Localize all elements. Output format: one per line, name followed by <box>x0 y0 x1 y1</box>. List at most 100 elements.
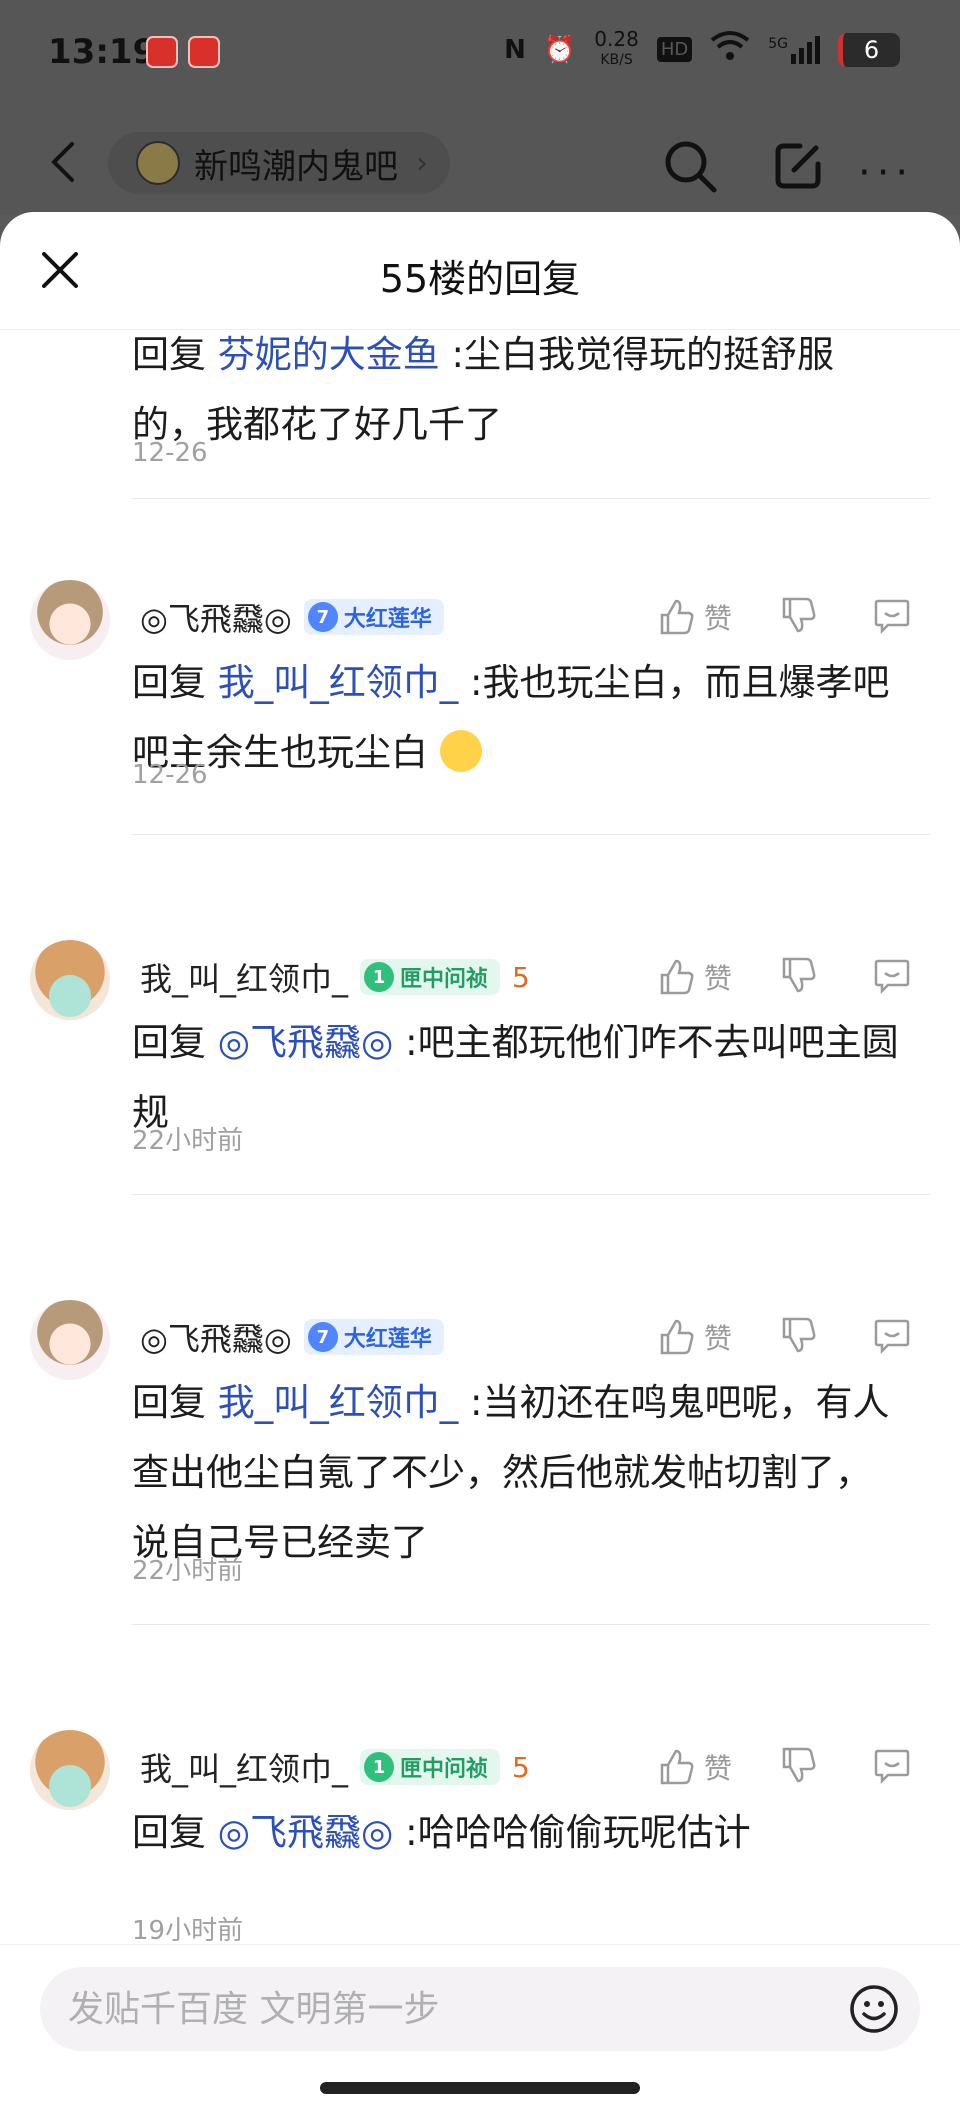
level-badge: 7 大红莲华 <box>303 599 444 635</box>
level-title: 大红莲华 <box>343 607 432 632</box>
back-arrow-icon[interactable] <box>44 140 84 184</box>
dislike-button[interactable] <box>778 1315 822 1359</box>
mention-link[interactable]: 芬妮的大金鱼 <box>218 333 440 376</box>
reply-content: 回复 我_叫_红领巾_ :当初还在鸣鬼吧呢，有人查出他尘白氪了不少，然后他就发帖… <box>132 1381 890 1564</box>
user-info: 我_叫_红领巾_ 1 匣中问祯 5 <box>140 1744 530 1790</box>
username[interactable]: 我_叫_红领巾_ <box>140 1744 348 1790</box>
comment-button[interactable] <box>872 1315 916 1359</box>
level-title: 匣中问祯 <box>400 967 489 992</box>
hd-icon: HD <box>656 37 693 62</box>
mention-link[interactable]: 我_叫_红领巾_ <box>218 661 459 704</box>
game-badge-icon: 5 <box>512 960 530 994</box>
like-button[interactable]: 赞 <box>656 1747 756 1787</box>
edit-icon[interactable] <box>770 138 826 194</box>
sheet-title: 55楼的回复 <box>379 257 581 301</box>
signal-icon: 5G <box>768 35 820 64</box>
avatar[interactable] <box>30 940 110 1020</box>
reply-content: 回复 芬妮的大金鱼 :尘白我觉得玩的挺舒服的，我都花了好几千了 <box>132 333 834 446</box>
search-icon[interactable] <box>662 138 718 194</box>
reply-content: 回复 ◎飞飛飝◎ :吧主都玩他们咋不去叫吧主圆规 <box>132 1021 899 1134</box>
avatar[interactable] <box>30 1730 110 1810</box>
comment-icon <box>874 1749 910 1785</box>
like-label: 赞 <box>704 962 733 995</box>
reply-input-container <box>40 1967 920 2051</box>
divider <box>132 498 930 499</box>
level-badge: 7 大红莲华 <box>303 1319 444 1355</box>
thumbs-up-icon <box>660 1319 694 1355</box>
mention-link[interactable]: ◎飞飛飝◎ <box>218 1811 394 1854</box>
level-badge: 1 匣中问祯 <box>360 1749 501 1785</box>
username[interactable]: ◎飞飛飝◎ <box>140 1314 292 1360</box>
level-badge: 1 匣中问祯 <box>360 959 501 995</box>
like-button[interactable]: 赞 <box>656 597 756 637</box>
status-bar: 13:19 N ⏰ 0.28 KB/S HD 5G 6 <box>0 0 960 110</box>
user-info: ◎飞飛飝◎ 7 大红莲华 <box>140 594 444 640</box>
like-button[interactable]: 赞 <box>656 957 756 997</box>
avatar[interactable] <box>30 1300 110 1380</box>
game-badge-icon: 5 <box>512 1750 530 1784</box>
like-label: 赞 <box>704 1322 733 1355</box>
more-icon[interactable]: ··· <box>858 150 914 196</box>
username[interactable]: ◎飞飛飝◎ <box>140 594 292 640</box>
alarm-icon: ⏰ <box>543 34 577 65</box>
laughing-emoji-icon <box>439 729 482 772</box>
reply-sheet: 55楼的回复 回复 芬妮的大金鱼 :尘白我觉得玩的挺舒服的，我都花了好几千了 1… <box>0 212 960 2112</box>
mention-link[interactable]: ◎飞飛飝◎ <box>218 1021 394 1064</box>
level-title: 匣中问祯 <box>400 1757 489 1782</box>
forum-avatar <box>136 141 180 185</box>
app-notification-icon <box>146 36 178 68</box>
wifi-icon <box>710 30 750 69</box>
emoji-icon[interactable] <box>848 1983 900 2035</box>
home-indicator[interactable] <box>320 2082 640 2094</box>
comment-button[interactable] <box>872 955 916 999</box>
reply-actions: 赞 <box>656 1744 916 1790</box>
user-info: 我_叫_红领巾_ 1 匣中问祯 5 <box>140 954 530 1000</box>
reply-date: 19小时前 <box>132 1916 244 1946</box>
chevron-right-icon: › <box>416 145 428 181</box>
level-number: 7 <box>307 1322 338 1352</box>
level-number: 7 <box>307 602 338 632</box>
net-speed: 0.28 KB/S <box>594 27 639 68</box>
level-number: 1 <box>364 1752 395 1782</box>
reply-date: 22小时前 <box>132 1126 244 1156</box>
like-button[interactable]: 赞 <box>656 1317 756 1357</box>
reply-date: 12-26 <box>132 438 208 468</box>
thumbs-up-icon <box>660 599 694 635</box>
divider <box>132 1624 930 1625</box>
reply-date: 12-26 <box>132 760 208 790</box>
avatar[interactable] <box>30 580 110 660</box>
mention-link[interactable]: 我_叫_红领巾_ <box>218 1381 459 1424</box>
reply-input[interactable] <box>68 1967 828 2051</box>
thumbs-down-icon <box>782 1747 816 1783</box>
divider <box>132 1194 930 1195</box>
comment-icon <box>874 599 910 635</box>
username[interactable]: 我_叫_红领巾_ <box>140 954 348 1000</box>
app-notification-icon-2 <box>188 36 220 68</box>
nfc-icon: N <box>504 34 526 65</box>
battery-indicator: 6 <box>838 32 900 67</box>
comment-button[interactable] <box>872 595 916 639</box>
like-label: 赞 <box>704 602 733 635</box>
status-indicators: N ⏰ 0.28 KB/S HD 5G 6 <box>504 27 900 69</box>
reply-actions: 赞 <box>656 954 916 1000</box>
comment-icon <box>874 959 910 995</box>
reply-content: 回复 我_叫_红领巾_ :我也玩尘白，而且爆孝吧吧主余生也玩尘白 <box>132 661 890 774</box>
reply-content: 回复 ◎飞飛飝◎ :哈哈哈偷偷玩呢估计 <box>132 1811 751 1854</box>
status-time: 13:19 <box>48 32 157 72</box>
dislike-button[interactable] <box>778 955 822 999</box>
dislike-button[interactable] <box>778 1745 822 1789</box>
like-label: 赞 <box>704 1752 733 1785</box>
dislike-button[interactable] <box>778 595 822 639</box>
forum-name: 新鸣潮内鬼吧 <box>194 146 398 187</box>
sheet-header: 55楼的回复 <box>0 212 960 330</box>
forum-name-button[interactable]: 新鸣潮内鬼吧 › <box>108 132 450 194</box>
reply-actions: 赞 <box>656 1314 916 1360</box>
user-info: ◎飞飛飝◎ 7 大红莲华 <box>140 1314 444 1360</box>
top-nav: 新鸣潮内鬼吧 › ··· <box>0 110 960 214</box>
comment-icon <box>874 1319 910 1355</box>
thumbs-down-icon <box>782 1317 816 1353</box>
level-number: 1 <box>364 962 395 992</box>
thumbs-up-icon <box>660 959 694 995</box>
divider <box>132 834 930 835</box>
comment-button[interactable] <box>872 1745 916 1789</box>
